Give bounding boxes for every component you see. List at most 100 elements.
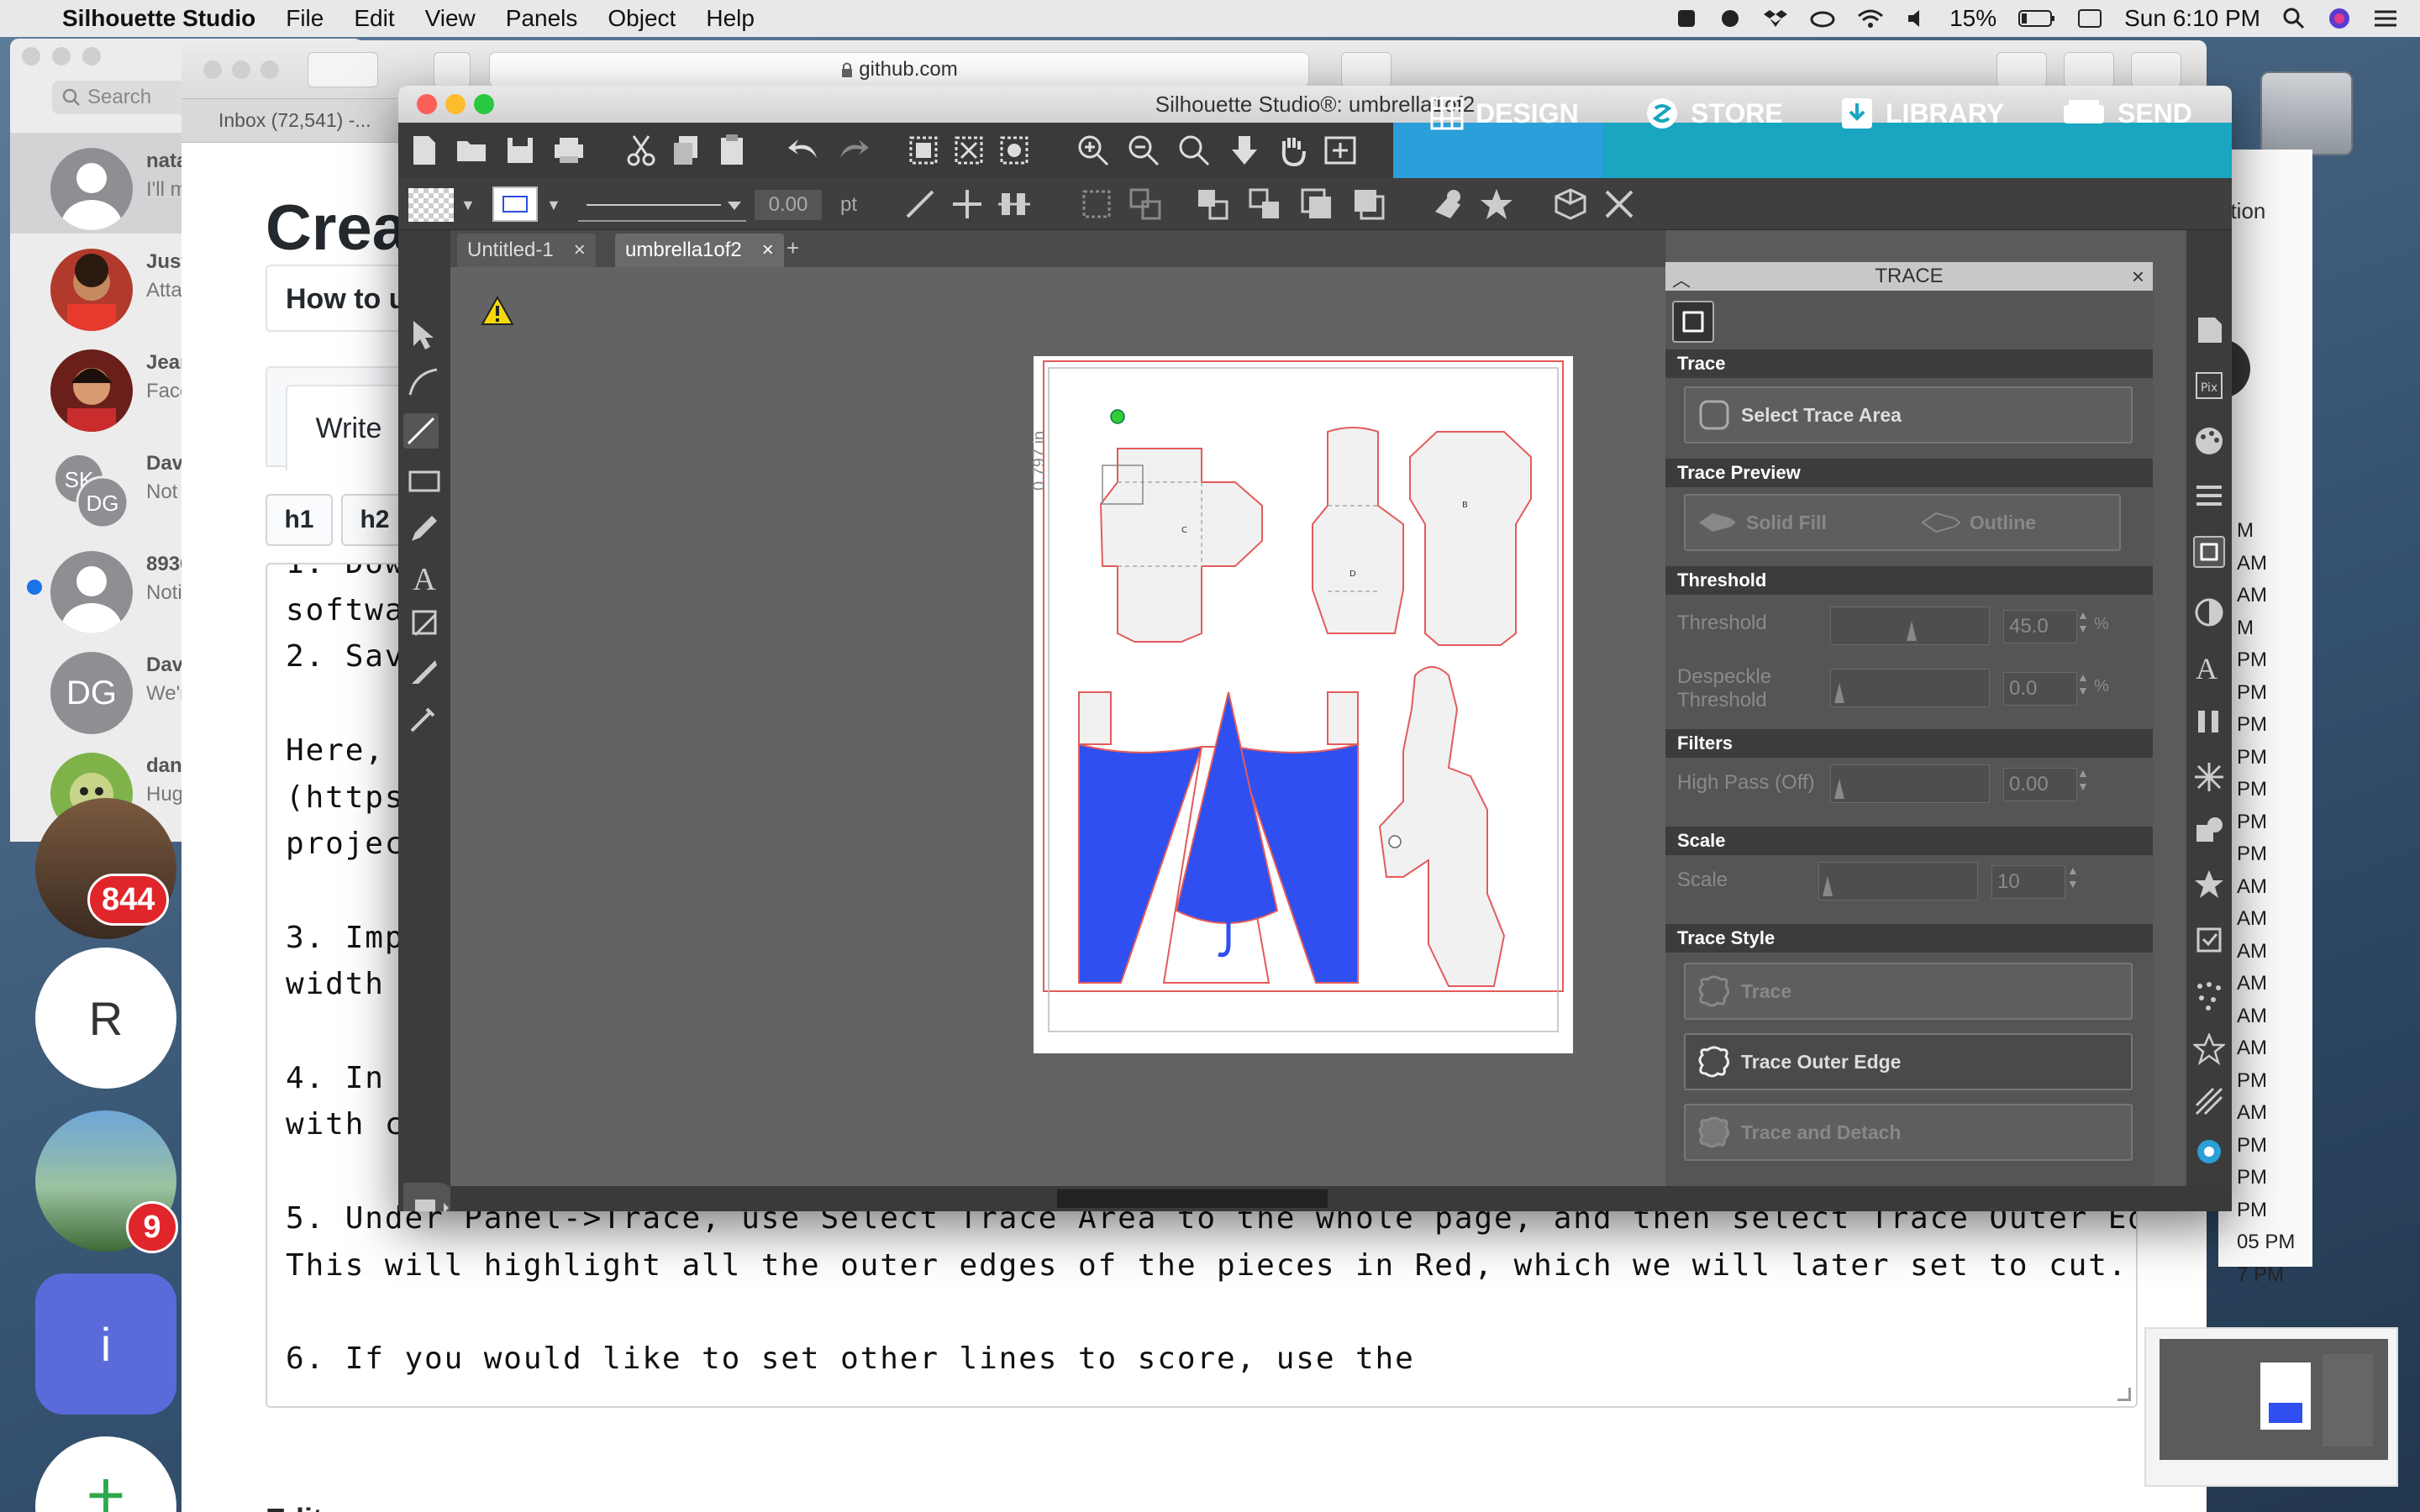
eyedropper-icon[interactable]	[407, 701, 442, 736]
text-tool-icon[interactable]: A	[407, 559, 442, 595]
palette-icon[interactable]	[2193, 425, 2225, 457]
scale-stepper[interactable]: ▲ ▼	[2067, 864, 2082, 890]
pan-hand-icon[interactable]	[1276, 133, 1311, 168]
close-panel-button[interactable]: ×	[2132, 264, 2144, 290]
new-document-icon[interactable]	[407, 133, 442, 168]
fit-to-page-icon[interactable]	[1323, 133, 1358, 168]
menu-help[interactable]: Help	[706, 5, 755, 32]
high-pass-input[interactable]: 0.00	[2003, 768, 2077, 801]
solid-fill-icon[interactable]	[1696, 510, 1738, 535]
cutting-mat-page[interactable]: C D B 0.797 in	[1030, 356, 1573, 1053]
line-color-swatch[interactable]	[492, 186, 538, 222]
pix-scan-icon[interactable]: Pix	[2193, 370, 2225, 402]
close-window-button[interactable]	[203, 60, 222, 79]
line-dropdown-icon[interactable]: ▼	[546, 197, 561, 214]
library-drawer-icon[interactable]	[403, 1183, 455, 1211]
undo-icon[interactable]	[786, 133, 822, 168]
trace-outer-edge-button[interactable]: Trace Outer Edge	[1684, 1033, 2133, 1090]
save-icon[interactable]	[502, 133, 538, 168]
align-icon[interactable]	[997, 186, 1032, 222]
scrollbar-thumb[interactable]	[1057, 1189, 1328, 1208]
messages-search-input[interactable]: Search	[52, 81, 202, 114]
high-pass-stepper[interactable]: ▲ ▼	[2077, 766, 2092, 793]
dock-app-i[interactable]: i	[35, 1273, 176, 1415]
fill-color-swatch[interactable]	[408, 188, 454, 222]
zoom-window-button[interactable]	[82, 47, 101, 66]
solid-fill-label[interactable]: Solid Fill	[1746, 512, 1827, 534]
send-backward-icon[interactable]	[1351, 186, 1386, 222]
zoom-select-icon[interactable]	[1176, 133, 1212, 168]
trace-button[interactable]: Trace	[1684, 963, 2133, 1020]
notification-center-icon[interactable]	[2373, 8, 2398, 29]
fill-dropdown-icon[interactable]: ▼	[460, 197, 476, 214]
cut-icon[interactable]	[623, 133, 659, 168]
menubar-app-name[interactable]: Silhouette Studio	[62, 5, 255, 32]
sidebar-toggle-button[interactable]	[434, 52, 471, 87]
doc-tab-umbrella[interactable]: umbrella1of2 ×	[615, 234, 784, 267]
modify-icon[interactable]	[2193, 815, 2225, 847]
line-width-input[interactable]: 0.00	[755, 190, 822, 220]
menubar-clock[interactable]: Sun 6:10 PM	[2124, 5, 2260, 32]
threshold-input[interactable]: 45.0	[2003, 610, 2077, 643]
wifi-icon[interactable]	[1857, 8, 1884, 29]
close-window-button[interactable]	[417, 94, 437, 114]
despeckle-stepper[interactable]: ▲ ▼	[2077, 670, 2092, 697]
reader-button[interactable]	[1341, 52, 1392, 87]
line-style-select[interactable]	[578, 186, 746, 222]
menu-object[interactable]: Object	[608, 5, 676, 32]
evernote-icon[interactable]	[1719, 8, 1741, 29]
despeckle-input[interactable]: 0.0	[2003, 672, 2077, 706]
downloads-button[interactable]	[1996, 52, 2047, 87]
bring-to-front-icon[interactable]	[1195, 186, 1230, 222]
minimize-window-button[interactable]	[445, 94, 466, 114]
move-icon[interactable]	[950, 186, 985, 222]
trace-and-detach-button[interactable]: Trace and Detach	[1684, 1104, 2133, 1161]
layers-icon[interactable]	[2193, 924, 2225, 956]
notes-icon[interactable]	[1676, 8, 1697, 29]
menu-edit[interactable]: Edit	[354, 5, 394, 32]
warning-icon[interactable]	[481, 296, 514, 326]
edit-points-icon[interactable]	[407, 365, 442, 400]
safari-tab-title[interactable]: Inbox (72,541) -...	[218, 109, 371, 132]
open-folder-icon[interactable]	[454, 133, 489, 168]
close-window-button[interactable]	[22, 47, 40, 66]
share-button[interactable]	[2064, 52, 2114, 87]
spotlight-search-icon[interactable]	[2282, 7, 2306, 30]
sketch-icon[interactable]	[2193, 1085, 2225, 1117]
text-style-icon[interactable]: A	[2193, 650, 2225, 682]
bring-forward-icon[interactable]	[1299, 186, 1334, 222]
trace-panel-icon[interactable]	[1672, 301, 1714, 343]
zoom-window-button[interactable]	[260, 60, 279, 79]
dock-app-add[interactable]: +	[35, 1436, 176, 1512]
tab-write[interactable]: Write	[286, 385, 412, 470]
select-all-icon[interactable]	[906, 133, 941, 168]
despeckle-slider[interactable]	[1830, 669, 1990, 707]
screenshot-thumbnail[interactable]	[2144, 1327, 2398, 1487]
paste-icon[interactable]	[714, 133, 750, 168]
align-panel-icon[interactable]	[2193, 706, 2225, 738]
doc-tab-untitled[interactable]: Untitled-1 ×	[457, 234, 596, 267]
replicate-icon[interactable]	[2193, 761, 2225, 793]
select-pointer-icon[interactable]	[407, 318, 442, 353]
creative-cloud-icon[interactable]	[1810, 8, 1835, 29]
settings-gear-icon[interactable]	[2193, 1136, 2225, 1168]
menu-panels[interactable]: Panels	[506, 5, 578, 32]
menu-file[interactable]: File	[286, 5, 324, 32]
minimize-window-button[interactable]	[52, 47, 71, 66]
menu-view[interactable]: View	[425, 5, 476, 32]
send-to-back-icon[interactable]	[1247, 186, 1282, 222]
star-shape-icon[interactable]	[1479, 186, 1514, 222]
scale-input[interactable]: 10	[1991, 865, 2065, 899]
pencil-icon[interactable]	[407, 511, 442, 546]
3d-box-icon[interactable]	[1553, 186, 1588, 222]
transparency-icon[interactable]	[2193, 596, 2225, 628]
star-outline-icon[interactable]	[2193, 1033, 2225, 1065]
trace-panel-toggle-icon[interactable]	[2193, 536, 2225, 568]
deselect-icon[interactable]	[951, 133, 986, 168]
zoom-out-icon[interactable]	[1126, 133, 1161, 168]
close-tab-icon[interactable]: ×	[574, 239, 586, 262]
outline-icon[interactable]	[1919, 510, 1961, 535]
line-style-panel-icon[interactable]	[2193, 480, 2225, 512]
resize-handle[interactable]	[2118, 1388, 2131, 1401]
rectangle-icon[interactable]	[407, 464, 442, 499]
